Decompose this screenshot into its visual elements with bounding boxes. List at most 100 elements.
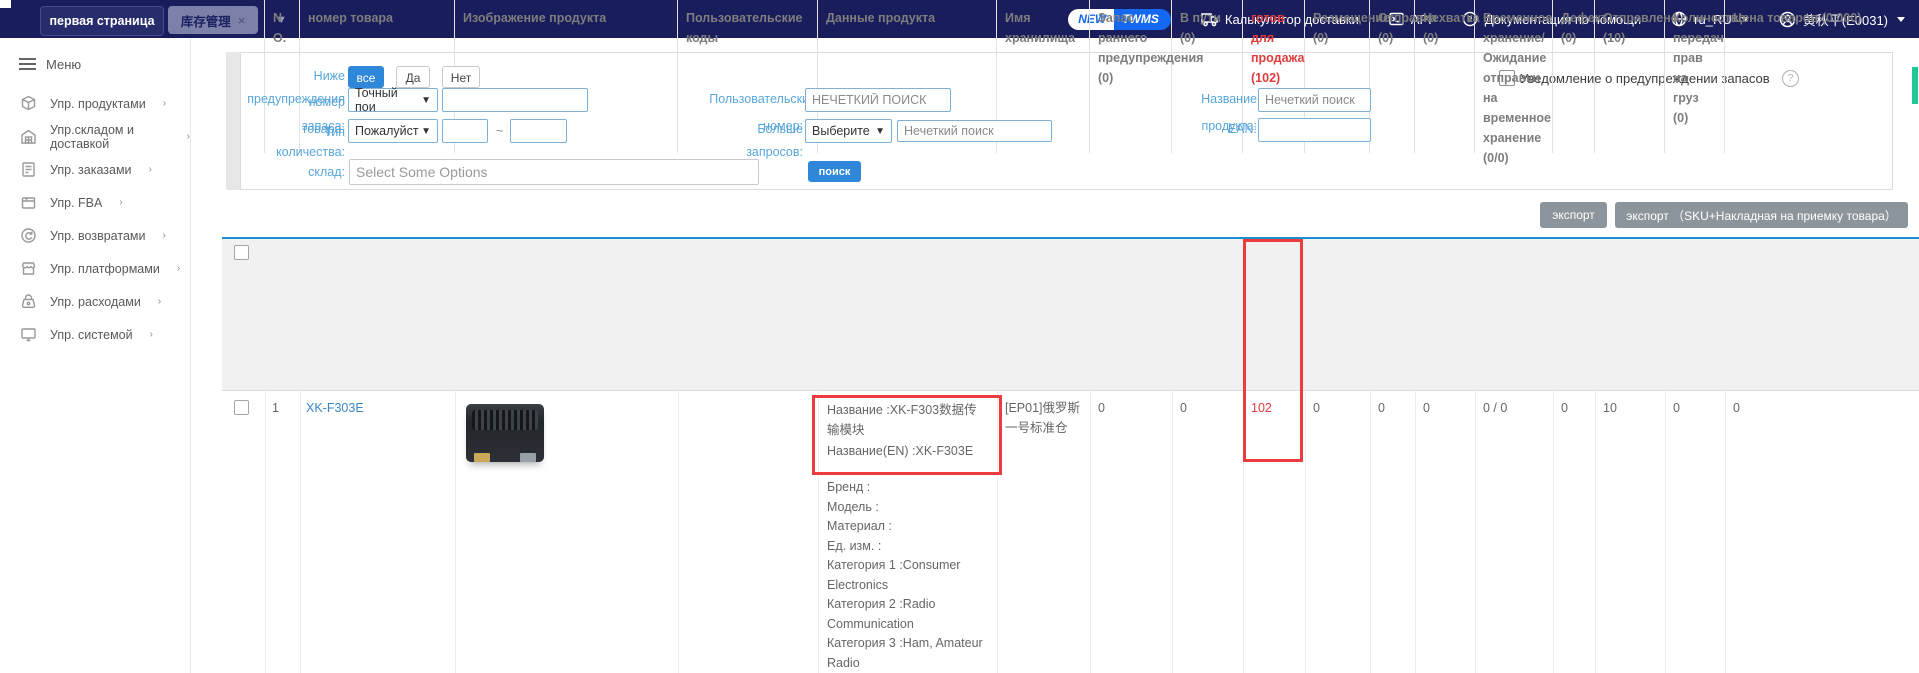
product-image (462, 396, 548, 476)
qty-type-value: Пожалуйст (355, 124, 419, 138)
tab-home-label: первая страница (49, 14, 154, 28)
row-category1: Категория 1 :Consumer Electronics (827, 556, 993, 595)
sidebar-item-label: Упр. системой (50, 328, 133, 342)
ean-input[interactable] (1258, 118, 1371, 142)
row-shortage: 0 (1423, 399, 1430, 419)
custom-number-input[interactable] (805, 88, 951, 112)
row-checkbox[interactable] (234, 400, 249, 415)
monitor-icon (20, 326, 37, 343)
row-transfer: 0 (1673, 399, 1680, 419)
row-category3: Категория 3 :Ham, Amateur Radio (827, 634, 993, 673)
sidebar-item-label: Упр. расходами (50, 295, 141, 309)
tab-home[interactable]: первая страница (40, 6, 164, 36)
sidebar: Меню Упр. продуктами › Упр.складом и дос… (0, 38, 191, 673)
filter-label-more-2: запросов: (746, 145, 803, 159)
chevron-right-icon: › (162, 230, 165, 241)
col-checkbox (222, 0, 265, 153)
cube-icon (20, 95, 37, 112)
row-sku-link[interactable]: XK-F303E (306, 399, 364, 419)
col-temp-storage: Временное хранение/Ожидание отправки на … (1475, 0, 1553, 153)
chevron-right-icon: › (187, 131, 190, 142)
chevron-right-icon: › (158, 296, 161, 307)
filter-label-custom-1: Пользовательские (709, 92, 816, 106)
hamburger-icon[interactable] (19, 55, 36, 73)
sidebar-item-returns[interactable]: Упр. возвратами › (0, 219, 190, 252)
search-button[interactable]: поиск (808, 161, 861, 182)
row-shipped: 10 (1603, 399, 1617, 419)
row-defect: 0 (1561, 399, 1568, 419)
product-number-input[interactable] (442, 88, 588, 112)
product-name-input[interactable] (1258, 88, 1371, 112)
sidebar-item-label: Упр. платформами (50, 262, 160, 276)
document-icon (20, 161, 37, 178)
box-icon (20, 194, 37, 211)
chevron-right-icon: › (119, 197, 122, 208)
chevron-right-icon: › (177, 263, 180, 274)
sidebar-item-fba[interactable]: Упр. FBA › (0, 186, 190, 219)
filter-label-below-1: Ниже (314, 69, 345, 83)
sidebar-item-label: Упр. заказами (50, 163, 132, 177)
sidebar-menu-header[interactable]: Меню (0, 38, 190, 87)
row-early-warning: 0 (1098, 399, 1105, 419)
filter-label-warehouse: склад: (308, 165, 345, 179)
purse-icon (20, 293, 37, 310)
toggle-no-button[interactable]: Нет (442, 66, 480, 88)
select-all-checkbox[interactable] (234, 245, 249, 260)
filter-label-qty-1: Тип (324, 125, 345, 139)
qty-min-input[interactable] (442, 119, 488, 143)
row-shipping: 0 (1378, 399, 1385, 419)
filter-label-qty-2: количества: (276, 145, 345, 159)
filter-label-more-1: Больше (757, 122, 803, 136)
chevron-right-icon: › (163, 98, 166, 109)
col-defect: Дефект (0) (1553, 0, 1595, 153)
filter-label-ean: EAN: (1228, 122, 1257, 136)
col-price: Цена товаров (0.000) (1725, 0, 1919, 153)
match-type-value: Точный пои (355, 86, 421, 114)
row-model: Модель : (827, 498, 993, 518)
return-arrow-icon (20, 227, 37, 244)
row-product-details: Бренд : Модель : Материал : Ед. изм. : К… (827, 478, 993, 673)
sidebar-item-system[interactable]: Упр. системой › (0, 318, 190, 351)
col-shipped: Отправлено (10) (1595, 0, 1665, 153)
col-shortage: Нехватка (0) (1415, 0, 1475, 153)
sidebar-item-expenses[interactable]: Упр. расходами › (0, 285, 190, 318)
corner-block (0, 0, 11, 8)
sidebar-item-products[interactable]: Упр. продуктами › (0, 87, 190, 120)
qty-type-select[interactable]: Пожалуйст▼ (348, 119, 438, 143)
col-early-warning: Запас раннего предупреждения (0) (1090, 0, 1172, 153)
warehouse-select-input[interactable] (349, 159, 759, 185)
chevron-right-icon: › (150, 329, 153, 340)
more-queries-value: Выберите (812, 124, 870, 138)
row-product-name-cn: Название :XK-F303数据传输模块 (827, 401, 987, 440)
sidebar-nav: Упр. продуктами › Упр.складом и доставко… (0, 87, 190, 351)
col-no: N O. (265, 0, 300, 153)
more-queries-input[interactable] (897, 120, 1052, 142)
row-product-name-en: Название(EN) :XK-F303E (827, 442, 997, 462)
more-queries-select[interactable]: Выберите▼ (805, 119, 892, 143)
export-sku-button[interactable]: экспорт （SKU+Накладная на приемку товара… (1615, 202, 1908, 228)
sidebar-item-label: Упр. возвратами (50, 229, 145, 243)
match-type-select[interactable]: Точный пои▼ (348, 88, 438, 112)
sidebar-item-warehouse[interactable]: Упр.складом и доставкой › (0, 120, 190, 153)
toggle-all-button[interactable]: все (348, 66, 384, 88)
sidebar-item-label: Упр. FBA (50, 196, 102, 210)
toggle-yes-button[interactable]: Да (396, 66, 430, 88)
sidebar-item-platforms[interactable]: Упр. платформами › (0, 252, 190, 285)
warehouse-icon (20, 128, 37, 145)
menu-label: Меню (46, 57, 81, 72)
qty-max-input[interactable] (510, 119, 567, 143)
storefront-icon (20, 260, 37, 277)
col-shipping: Отправка (0) (1370, 0, 1415, 153)
sidebar-item-orders[interactable]: Упр. заказами › (0, 153, 190, 186)
filter-label-name-1: Название (1201, 92, 1257, 106)
row-unit: Ед. изм. : (827, 537, 993, 557)
row-ready-for-sale: 102 (1251, 399, 1272, 419)
row-no: 1 (272, 399, 279, 419)
row-temp-storage: 0 / 0 (1483, 399, 1507, 419)
sidebar-item-label: Упр. продуктами (50, 97, 146, 111)
chevron-right-icon: › (149, 164, 152, 175)
export-button[interactable]: экспорт (1540, 202, 1607, 228)
row-brand: Бренд : (827, 478, 993, 498)
row-warehouse: [EP01]俄罗斯一号标准仓 (1005, 399, 1085, 438)
col-transfer: Количество передач прав на груз (0) (1665, 0, 1725, 153)
